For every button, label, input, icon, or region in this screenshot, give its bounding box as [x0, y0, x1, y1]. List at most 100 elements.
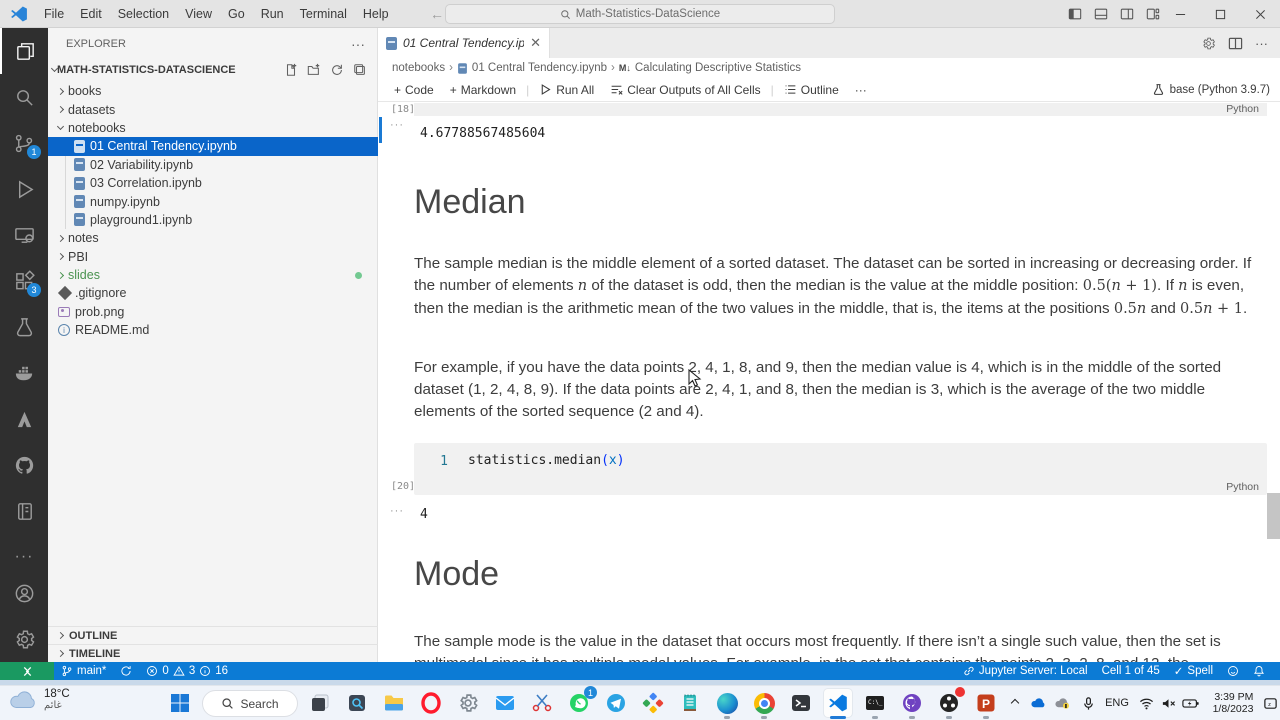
maximize-button[interactable]: [1200, 0, 1240, 28]
problems-item[interactable]: 0 3 16: [139, 665, 235, 677]
toolbar-more-icon[interactable]: ···: [849, 83, 873, 97]
new-folder-icon[interactable]: [307, 63, 321, 77]
toggle-panel-icon[interactable]: [1094, 7, 1108, 21]
notebook-icon[interactable]: [0, 488, 48, 534]
whatsapp-icon[interactable]: 1: [565, 686, 597, 717]
code-cell[interactable]: 1 statistics.median(x) Python: [414, 443, 1267, 495]
github-desktop-icon[interactable]: [898, 689, 926, 719]
output-collapse-dots[interactable]: ···: [390, 505, 404, 517]
tree-item-gitignore[interactable]: .gitignore: [48, 284, 378, 302]
timeline-panel-header[interactable]: TIMELINE: [48, 644, 378, 662]
scrollbar-thumb[interactable]: [1267, 493, 1280, 539]
screenshot-tool-icon[interactable]: [343, 689, 371, 717]
remote-indicator[interactable]: [0, 662, 54, 680]
wifi-icon[interactable]: [1136, 689, 1156, 717]
notepad-icon[interactable]: [676, 689, 704, 717]
tree-item-playground1[interactable]: playground1.ipynb: [48, 211, 378, 229]
refresh-icon[interactable]: [330, 63, 344, 77]
root-folder-row[interactable]: MATH-STATISTICS-DATASCIENCE: [48, 60, 377, 80]
task-view-icon[interactable]: [306, 689, 334, 717]
toggle-secondary-sidebar-icon[interactable]: [1120, 7, 1134, 21]
tab-more-icon[interactable]: ···: [1255, 36, 1268, 51]
tree-item-numpy[interactable]: numpy.ipynb: [48, 192, 378, 210]
breadcrumb-section[interactable]: Calculating Descriptive Statistics: [635, 62, 801, 74]
edge-icon[interactable]: [713, 689, 741, 719]
customize-layout-icon[interactable]: [1146, 7, 1160, 21]
notifications-bell-icon[interactable]: [1246, 665, 1272, 677]
onedrive-icon[interactable]: [1028, 689, 1050, 717]
cell-position-item[interactable]: Cell 1 of 45: [1095, 665, 1167, 677]
code-cell-bottom-strip[interactable]: Python: [414, 103, 1267, 116]
breadcrumb-folder[interactable]: notebooks: [392, 62, 445, 74]
language-indicator[interactable]: ENG: [1100, 689, 1134, 717]
output-collapse-dots[interactable]: ···: [390, 119, 404, 131]
tray-chevron-up-icon[interactable]: [1005, 689, 1025, 717]
tree-item-notes[interactable]: notes: [48, 229, 378, 247]
minimize-button[interactable]: [1160, 0, 1200, 28]
spell-check-item[interactable]: ✓ Spell: [1167, 664, 1220, 678]
settings-gear-icon[interactable]: [0, 616, 48, 662]
vscode-icon[interactable]: [824, 689, 852, 719]
run-all-button[interactable]: Run All: [533, 83, 600, 97]
tree-item-prob-png[interactable]: prob.png: [48, 303, 378, 321]
command-center-search[interactable]: Math-Statistics-DataScience: [445, 4, 835, 24]
outline-button[interactable]: Outline: [778, 83, 845, 97]
settings-icon[interactable]: [454, 689, 482, 717]
account-icon[interactable]: [0, 570, 48, 616]
start-button[interactable]: [166, 689, 194, 717]
tree-item-readme[interactable]: i README.md: [48, 321, 378, 339]
close-button[interactable]: [1240, 0, 1280, 28]
terminal-icon[interactable]: [787, 689, 815, 717]
menu-edit[interactable]: Edit: [72, 0, 110, 28]
snipping-tool-icon[interactable]: [528, 689, 556, 717]
jupyter-server-item[interactable]: Jupyter Server: Local: [956, 665, 1095, 677]
collapse-all-icon[interactable]: [353, 63, 367, 77]
search-icon[interactable]: [0, 74, 48, 120]
explorer-icon[interactable]: [0, 28, 48, 74]
tree-item-books[interactable]: books: [48, 82, 378, 100]
tree-item-pbi[interactable]: PBI: [48, 248, 378, 266]
feedback-icon[interactable]: [1220, 665, 1246, 677]
run-debug-icon[interactable]: [0, 166, 48, 212]
tab-close-icon[interactable]: ✕: [530, 35, 541, 51]
pinwheel-app-icon[interactable]: [639, 689, 667, 717]
menu-view[interactable]: View: [177, 0, 220, 28]
extensions-icon[interactable]: 3: [0, 258, 48, 304]
taskbar-search[interactable]: Search: [202, 690, 298, 717]
sync-item[interactable]: [113, 665, 139, 677]
cloud-warning-icon[interactable]: !: [1052, 689, 1074, 717]
obs-icon[interactable]: [935, 687, 965, 719]
tree-item-03-correlation[interactable]: 03 Correlation.ipynb: [48, 174, 378, 192]
volume-muted-icon[interactable]: [1158, 689, 1178, 717]
code-line[interactable]: statistics.median(x): [468, 453, 625, 468]
new-file-icon[interactable]: [284, 63, 298, 77]
toggle-sidebar-icon[interactable]: [1068, 7, 1082, 21]
split-editor-icon[interactable]: [1228, 36, 1243, 51]
notification-center-icon[interactable]: z: [1262, 689, 1278, 717]
gear-icon[interactable]: [1201, 36, 1216, 51]
atlassian-icon[interactable]: [0, 396, 48, 442]
tree-item-02-variability[interactable]: 02 Variability.ipynb: [48, 156, 378, 174]
nav-back-icon[interactable]: ←: [430, 6, 444, 22]
weather-widget[interactable]: 18°C غائم: [8, 688, 70, 711]
menu-go[interactable]: Go: [220, 0, 253, 28]
kernel-picker-button[interactable]: base (Python 3.9.7): [1152, 83, 1270, 96]
powerpoint-icon[interactable]: P: [972, 689, 1000, 719]
outline-panel-header[interactable]: OUTLINE: [48, 626, 378, 644]
menu-run[interactable]: Run: [253, 0, 292, 28]
cmd-icon[interactable]: C:\_: [861, 689, 889, 719]
tree-item-notebooks[interactable]: notebooks: [48, 119, 378, 137]
battery-icon[interactable]: [1180, 689, 1202, 717]
mail-icon[interactable]: [491, 689, 519, 717]
tree-item-01-central-tendency[interactable]: 01 Central Tendency.ipynb: [48, 137, 378, 156]
menu-selection[interactable]: Selection: [110, 0, 177, 28]
tab-central-tendency[interactable]: 01 Central Tendency.ipynb ✕: [378, 28, 550, 58]
menu-help[interactable]: Help: [355, 0, 397, 28]
menu-file[interactable]: File: [36, 0, 72, 28]
microphone-icon[interactable]: [1078, 689, 1098, 717]
docker-icon[interactable]: [0, 350, 48, 396]
add-code-cell-button[interactable]: + Code: [388, 83, 440, 97]
github-icon[interactable]: [0, 442, 48, 488]
source-control-icon[interactable]: 1: [0, 120, 48, 166]
clear-outputs-button[interactable]: Clear Outputs of All Cells: [604, 83, 766, 97]
